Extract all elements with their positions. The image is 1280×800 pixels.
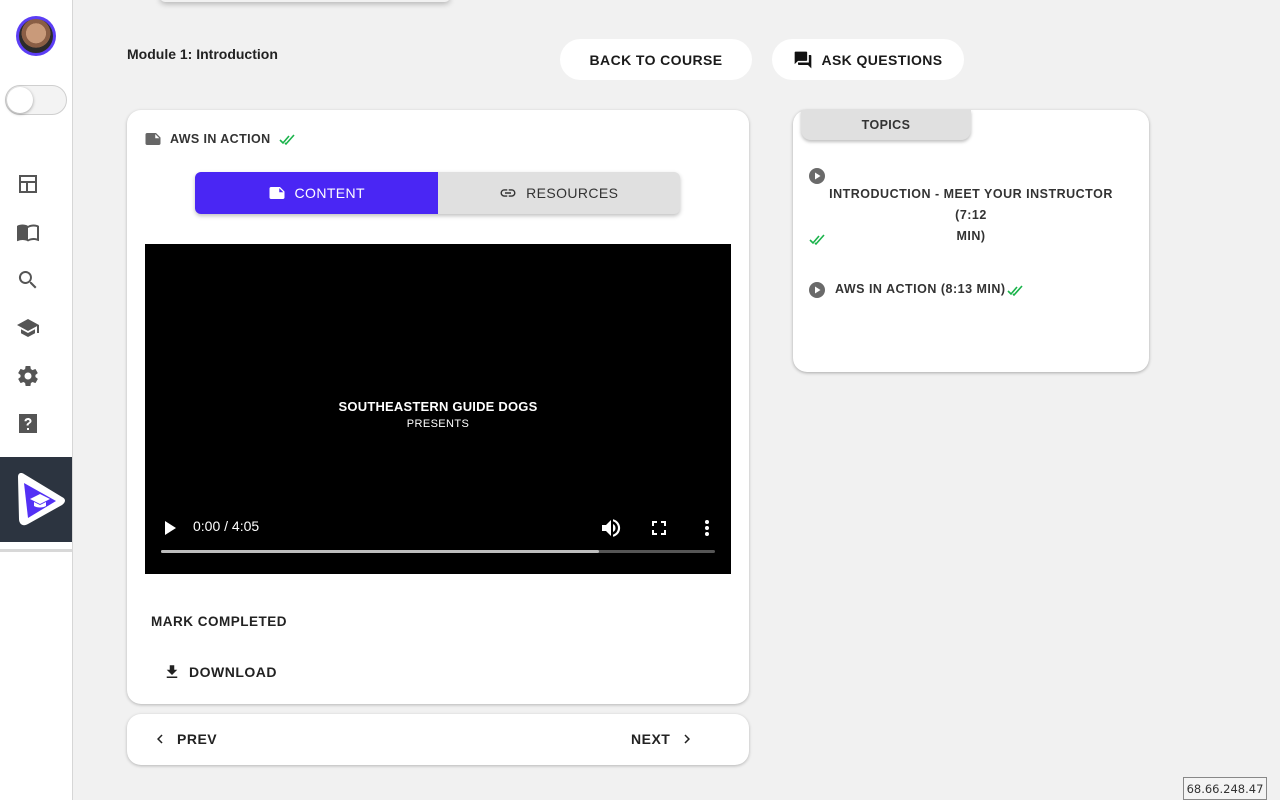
topic-title-line1: INTRODUCTION - MEET YOUR INSTRUCTOR (7:1… <box>829 187 1113 222</box>
sidebar <box>0 0 73 800</box>
brand-logo[interactable] <box>0 457 72 542</box>
double-check-icon <box>279 134 295 146</box>
top-tab-shadow <box>160 0 450 2</box>
video-time: 0:00 / 4:05 <box>193 518 260 534</box>
download-label: DOWNLOAD <box>189 664 277 680</box>
content-tabs: CONTENT RESOURCES <box>195 172 680 214</box>
doc-icon <box>269 187 285 199</box>
graduation-cap-icon[interactable] <box>16 316 40 340</box>
play-circle-icon <box>809 168 825 184</box>
topic-item[interactable]: AWS IN ACTION (8:13 MIN) <box>835 279 1006 300</box>
avatar[interactable] <box>16 16 56 56</box>
book-icon[interactable] <box>16 220 40 244</box>
next-button[interactable]: NEXT <box>631 730 696 748</box>
theme-toggle[interactable] <box>5 85 67 115</box>
brand-logo-icon <box>18 473 65 526</box>
next-label: NEXT <box>631 731 671 747</box>
tab-content[interactable]: CONTENT <box>195 172 438 214</box>
lesson-card: AWS IN ACTION CONTENT RESOURCES SOUTHEAS… <box>127 110 749 704</box>
topic-item[interactable]: INTRODUCTION - MEET YOUR INSTRUCTOR (7:1… <box>813 184 1129 247</box>
video-buffered-bar <box>161 550 599 553</box>
double-check-icon <box>809 234 825 246</box>
volume-icon[interactable] <box>599 516 623 540</box>
search-icon[interactable] <box>16 268 40 292</box>
module-title: Module 1: Introduction <box>127 46 278 62</box>
forum-icon <box>795 51 812 68</box>
avatar-photo <box>19 19 53 53</box>
tab-content-label: CONTENT <box>294 185 365 201</box>
topics-header: TOPICS <box>801 110 971 140</box>
chevron-left-icon <box>157 734 163 744</box>
lesson-title: AWS IN ACTION <box>170 132 271 146</box>
play-icon[interactable] <box>157 516 181 540</box>
lesson-pager: PREV NEXT <box>127 714 749 765</box>
back-to-course-label: BACK TO COURSE <box>589 51 723 68</box>
ask-questions-label: ASK QUESTIONS <box>821 51 943 68</box>
more-options-icon[interactable] <box>695 516 719 540</box>
video-subtitle-line: PRESENTS <box>406 418 470 430</box>
toggle-knob <box>7 87 33 113</box>
play-circle-icon <box>809 282 825 298</box>
note-icon <box>145 133 161 145</box>
divider <box>0 549 72 552</box>
tab-resources[interactable]: RESOURCES <box>438 172 681 214</box>
gear-icon[interactable] <box>16 364 40 388</box>
video-progress-track[interactable] <box>161 550 715 553</box>
topics-panel: TOPICS INTRODUCTION - MEET YOUR INSTRUCT… <box>793 110 1149 372</box>
back-to-course-button[interactable]: BACK TO COURSE <box>560 39 752 80</box>
ask-questions-button[interactable]: ASK QUESTIONS <box>772 39 964 80</box>
dashboard-icon[interactable] <box>16 172 40 196</box>
fullscreen-icon[interactable] <box>647 516 671 540</box>
lesson-header: AWS IN ACTION <box>144 130 297 148</box>
video-player[interactable]: SOUTHEASTERN GUIDE DOGS PRESENTS 0:00 / … <box>145 244 731 574</box>
help-icon[interactable] <box>16 412 40 436</box>
tab-resources-label: RESOURCES <box>526 185 619 201</box>
ip-address-label: 68.66.248.47 <box>1183 777 1267 800</box>
download-button[interactable]: DOWNLOAD <box>163 663 277 681</box>
double-check-icon <box>1007 285 1023 297</box>
mark-completed-button[interactable]: MARK COMPLETED <box>151 614 287 629</box>
topic-title-line2: MIN) <box>956 229 986 243</box>
download-icon <box>166 665 178 678</box>
topic-title: AWS IN ACTION (8:13 MIN) <box>835 282 1006 296</box>
link-icon <box>500 189 516 197</box>
prev-label: PREV <box>177 731 218 747</box>
video-title-line: SOUTHEASTERN GUIDE DOGS <box>338 399 538 414</box>
prev-button[interactable]: PREV <box>151 730 217 748</box>
chevron-right-icon <box>684 734 691 744</box>
